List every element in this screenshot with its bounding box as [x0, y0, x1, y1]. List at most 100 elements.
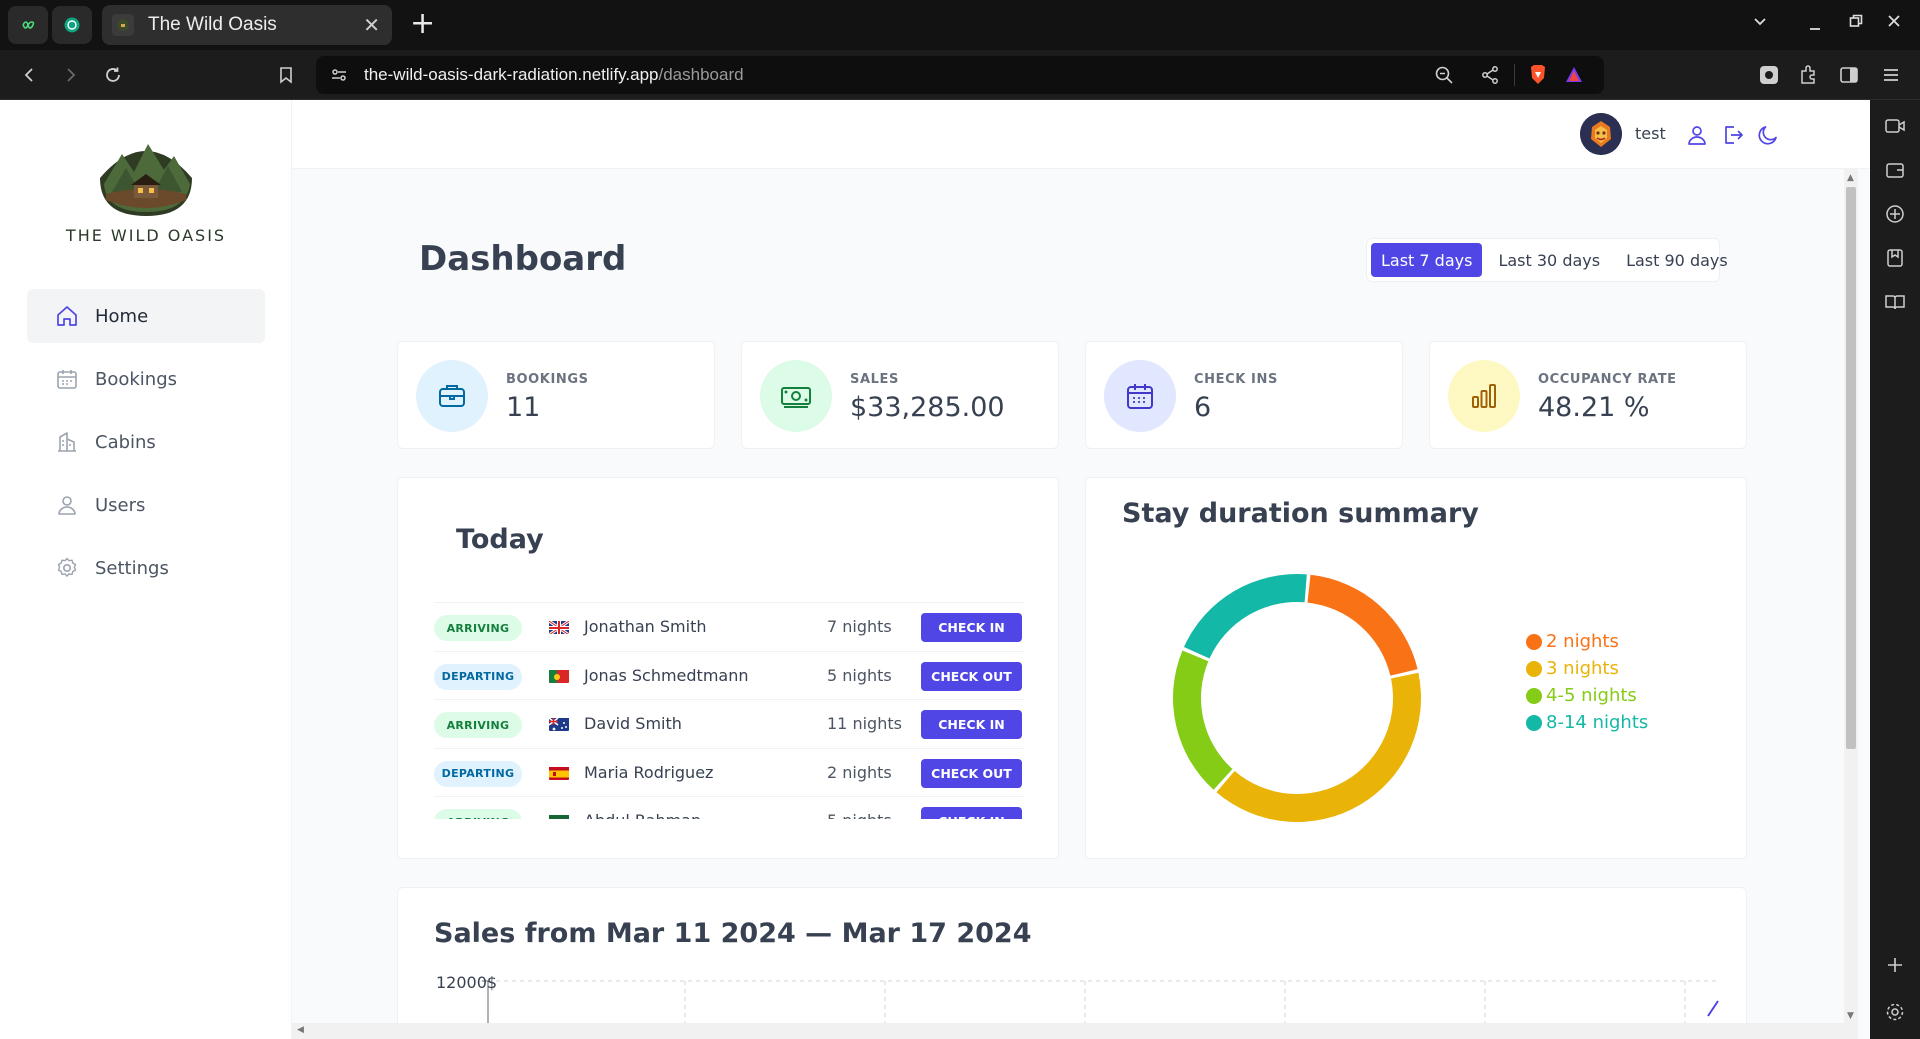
- building-icon: [55, 430, 79, 454]
- stat-occupancy-rate: OCCUPANCY RATE 48.21 %: [1429, 341, 1747, 449]
- scroll-down-arrow-icon[interactable]: ▼: [1847, 1011, 1854, 1021]
- sales-chart: [482, 980, 1719, 1039]
- pinned-tab-2[interactable]: [52, 6, 92, 44]
- filter-last-7-days[interactable]: Last 7 days: [1371, 243, 1483, 277]
- vertical-scroll-thumb[interactable]: [1846, 187, 1856, 749]
- stat-bookings: BOOKINGS 11: [397, 341, 715, 449]
- video-call-icon[interactable]: [1883, 114, 1907, 138]
- add-panel-icon[interactable]: [1883, 953, 1907, 977]
- wild-oasis-logo: [96, 134, 196, 216]
- nav-item-cabins[interactable]: Cabins: [27, 415, 265, 469]
- app-sidebar: THE WILD OASIS Home Bookings Cabins User…: [0, 100, 292, 1039]
- restore-icon[interactable]: [1848, 10, 1864, 34]
- brave-shields-icon[interactable]: [1528, 64, 1548, 86]
- filter-last-90-days[interactable]: Last 90 days: [1616, 243, 1738, 277]
- forward-icon[interactable]: [58, 62, 84, 88]
- share-icon[interactable]: [1480, 65, 1500, 85]
- today-title: Today: [456, 524, 544, 555]
- scroll-up-arrow-icon[interactable]: ▲: [1847, 173, 1854, 183]
- filter-last-30-days[interactable]: Last 30 days: [1488, 243, 1610, 277]
- address-bar[interactable]: the-wild-oasis-dark-radiation.netlify.ap…: [316, 56, 1604, 94]
- flag-uk-icon: [549, 620, 569, 634]
- sidebar-toggle-icon[interactable]: [1838, 64, 1860, 86]
- nights: 5 nights: [827, 811, 892, 819]
- wallet-icon[interactable]: [1883, 158, 1907, 182]
- nav-item-users[interactable]: Users: [27, 478, 265, 532]
- donut-slice[interactable]: [1216, 672, 1421, 822]
- legend-dot: [1526, 660, 1542, 677]
- minimize-icon[interactable]: [1807, 14, 1823, 38]
- active-tab[interactable]: The Wild Oasis ✕: [102, 5, 392, 45]
- scroll-left-arrow-icon[interactable]: ◀: [297, 1025, 304, 1035]
- logout-icon[interactable]: [1720, 122, 1746, 148]
- tab-title: The Wild Oasis: [148, 14, 277, 35]
- close-window-icon[interactable]: [1886, 10, 1902, 34]
- url-host: the-wild-oasis-dark-radiation.netlify.ap…: [364, 65, 659, 84]
- donut-slice[interactable]: [1183, 574, 1307, 659]
- check-in-button[interactable]: CHECK IN: [921, 807, 1022, 819]
- bookmark-icon[interactable]: [273, 62, 299, 88]
- check-in-button[interactable]: CHECK IN: [921, 613, 1022, 642]
- legend-dot: [1526, 687, 1542, 704]
- new-tab-icon[interactable]: +: [410, 9, 435, 39]
- flag-au-icon: [549, 717, 569, 731]
- site-settings-icon[interactable]: [330, 66, 348, 84]
- bookmarks-panel-icon[interactable]: [1883, 246, 1907, 270]
- main-nav: Home Bookings Cabins Users Settings: [27, 289, 265, 604]
- check-out-button[interactable]: CHECK OUT: [921, 758, 1022, 788]
- leo-ai-icon[interactable]: [1883, 202, 1907, 226]
- check-in-button[interactable]: CHECK IN: [921, 710, 1022, 739]
- sidebar-settings-icon[interactable]: [1883, 1000, 1907, 1024]
- reload-icon[interactable]: [100, 62, 126, 88]
- guest-name: Maria Rodriguez: [584, 762, 714, 782]
- stat-value: 11: [506, 392, 541, 423]
- screenshot-icon[interactable]: [1758, 64, 1780, 86]
- avatar[interactable]: [1580, 113, 1622, 155]
- list-item: ARRIVING Abdul Rahman 5 nights CHECK IN: [434, 797, 1024, 819]
- today-activity-list[interactable]: ARRIVING Jonathan Smith 7 nights CHECK I…: [434, 602, 1024, 819]
- tab-list-chevron-icon[interactable]: [1752, 10, 1768, 34]
- pinned-tab-1[interactable]: [8, 6, 48, 44]
- nav-label-home: Home: [95, 305, 149, 327]
- browser-toolbar: the-wild-oasis-dark-radiation.netlify.ap…: [0, 50, 1920, 100]
- horizontal-scrollbar[interactable]: ◀: [292, 1023, 1858, 1039]
- url-path: /dashboard: [658, 65, 744, 84]
- brave-rewards-icon[interactable]: [1564, 65, 1584, 85]
- list-item: ARRIVING David Smith 11 nights CHECK IN: [434, 700, 1024, 749]
- nights: 11 nights: [827, 714, 902, 733]
- extensions-icon[interactable]: [1798, 64, 1820, 86]
- donut-slice[interactable]: [1307, 574, 1418, 676]
- check-out-button[interactable]: CHECK OUT: [921, 661, 1022, 691]
- status-badge: ARRIVING: [434, 615, 522, 641]
- status-badge: DEPARTING: [434, 760, 522, 787]
- reading-list-icon[interactable]: [1883, 290, 1907, 314]
- stat-check-ins: CHECK INS 6: [1085, 341, 1403, 449]
- nav-item-settings[interactable]: Settings: [27, 541, 265, 595]
- legend-item: 8-14 nights: [1526, 709, 1648, 736]
- date-range-filter: Last 7 days Last 30 days Last 90 days: [1366, 238, 1728, 282]
- menu-icon[interactable]: [1882, 66, 1900, 84]
- nav-item-bookings[interactable]: Bookings: [27, 352, 265, 406]
- dark-mode-moon-icon[interactable]: [1755, 122, 1781, 148]
- donut-slice[interactable]: [1173, 650, 1233, 790]
- nav-label-users: Users: [95, 494, 146, 516]
- chatgpt-icon: [64, 17, 80, 33]
- vertical-scrollbar[interactable]: ▲ ▼: [1844, 169, 1858, 1023]
- web-app: THE WILD OASIS Home Bookings Cabins User…: [0, 100, 1870, 1039]
- gear-icon: [55, 556, 79, 580]
- calendar-icon: [1104, 360, 1176, 432]
- account-user-icon[interactable]: [1684, 122, 1710, 148]
- status-badge: DEPARTING: [434, 663, 522, 690]
- back-icon[interactable]: [16, 62, 42, 88]
- nav-item-home[interactable]: Home: [27, 289, 265, 343]
- legend-label: 8-14 nights: [1546, 712, 1649, 733]
- stat-label: CHECK INS: [1194, 372, 1278, 387]
- banknote-icon: [760, 360, 832, 432]
- flag-es-icon: [549, 766, 569, 780]
- nav-label-bookings: Bookings: [95, 368, 178, 390]
- username: test: [1635, 124, 1666, 143]
- today-panel: Today ARRIVING Jonathan Smith 7 nights C…: [397, 477, 1059, 859]
- zoom-out-icon[interactable]: [1434, 65, 1454, 85]
- close-tab-icon[interactable]: ✕: [363, 13, 380, 37]
- list-item: DEPARTING Jonas Schmedtmann 5 nights CHE…: [434, 652, 1024, 700]
